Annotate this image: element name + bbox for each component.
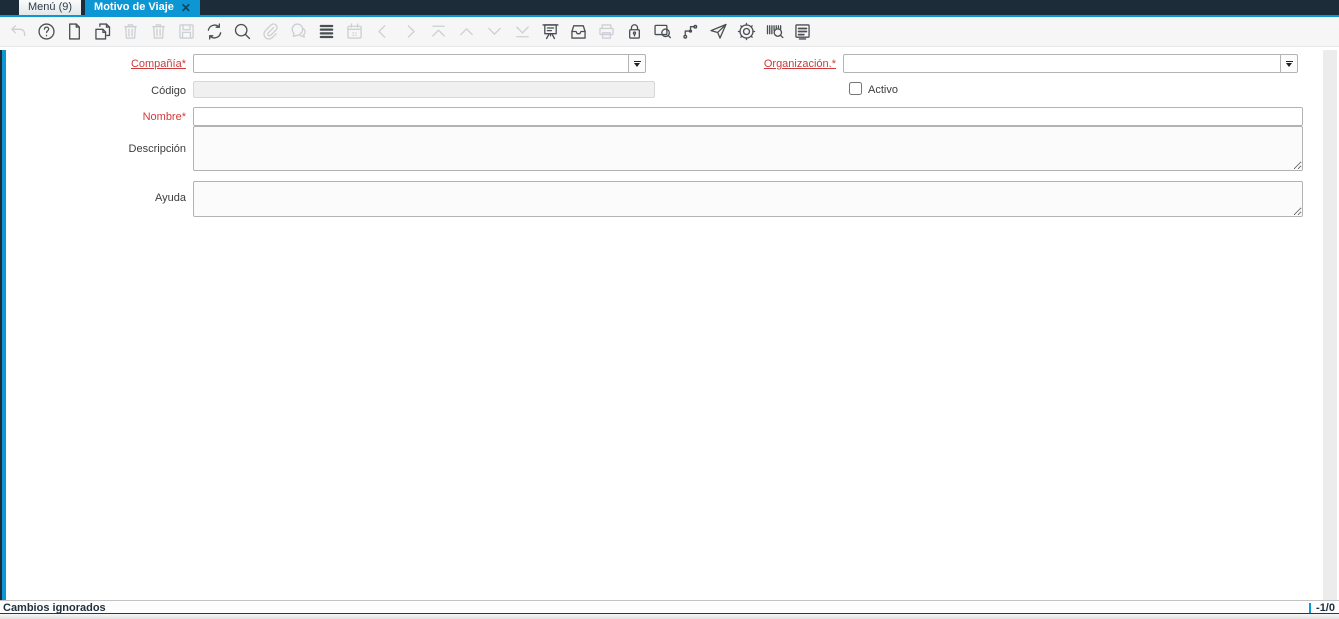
delete-selection-icon: [148, 21, 169, 42]
descripcion-label: Descripción: [128, 143, 186, 155]
close-icon[interactable]: ✕: [181, 2, 191, 14]
vertical-scrollbar[interactable]: [1323, 50, 1337, 600]
grid-toggle-icon[interactable]: [316, 21, 337, 42]
parent-record-icon: [372, 21, 393, 42]
svg-text:31: 31: [352, 32, 358, 38]
compania-combobox[interactable]: [193, 54, 646, 73]
preferences-icon[interactable]: [736, 21, 757, 42]
codigo-label: Código: [151, 85, 186, 97]
compania-dropdown-button[interactable]: [628, 55, 645, 72]
workflow-icon[interactable]: [680, 21, 701, 42]
first-record-icon: [428, 21, 449, 42]
tab-menu[interactable]: Menú (9): [19, 0, 82, 15]
lock-icon[interactable]: [624, 21, 645, 42]
report-icon[interactable]: [540, 21, 561, 42]
chat-icon: [288, 21, 309, 42]
ayuda-textarea[interactable]: [193, 181, 1303, 217]
refresh-icon[interactable]: [204, 21, 225, 42]
organizacion-combobox[interactable]: [843, 54, 1298, 73]
archive-icon[interactable]: [568, 21, 589, 42]
next-record-icon: [484, 21, 505, 42]
find-icon[interactable]: [232, 21, 253, 42]
record-indicator: -1/0: [1316, 601, 1335, 614]
calendar-icon: 31: [344, 21, 365, 42]
nombre-input[interactable]: [194, 109, 1302, 127]
save-icon: [176, 21, 197, 42]
form-content: Compañía* Organización.* Código Activo N…: [0, 48, 1339, 600]
organizacion-input[interactable]: [844, 55, 1280, 72]
print-icon: [596, 21, 617, 42]
ayuda-label: Ayuda: [155, 192, 186, 204]
codigo-field: [193, 81, 655, 100]
left-accent-strip: [0, 50, 6, 600]
status-bar: Cambios ignorados -1/0: [0, 600, 1339, 614]
compania-label[interactable]: Compañía*: [0, 57, 186, 71]
codigo-input: [194, 84, 654, 100]
attachment-icon: [260, 21, 281, 42]
organizacion-dropdown-button[interactable]: [1280, 55, 1297, 72]
last-record-icon: [512, 21, 533, 42]
status-message: Cambios ignorados: [3, 601, 106, 614]
nombre-label: Nombre*: [142, 111, 186, 123]
detail-record-icon: [400, 21, 421, 42]
undo-icon: [8, 21, 29, 42]
delete-record-icon: [120, 21, 141, 42]
copy-record-icon[interactable]: [92, 21, 113, 42]
compania-input[interactable]: [194, 55, 628, 72]
toolbar: 31: [0, 17, 1339, 47]
chevron-down-icon: [1285, 60, 1293, 62]
organizacion-label[interactable]: Organización.*: [700, 57, 836, 71]
activo-label: Activo: [868, 84, 898, 96]
descripcion-textarea[interactable]: [193, 126, 1303, 171]
send-icon[interactable]: [708, 21, 729, 42]
status-separator: [1309, 602, 1312, 613]
product-info-icon[interactable]: [764, 21, 785, 42]
tab-motivo-label: Motivo de Viaje: [94, 1, 174, 13]
tab-bar: Menú (9) Motivo de Viaje ✕: [0, 0, 1339, 15]
log-icon[interactable]: [792, 21, 813, 42]
nombre-field[interactable]: [193, 107, 1303, 127]
previous-record-icon: [456, 21, 477, 42]
activo-checkbox[interactable]: [849, 82, 862, 95]
new-record-icon[interactable]: [64, 21, 85, 42]
window-bottom-edge: [0, 613, 1339, 619]
tab-motivo-de-viaje[interactable]: Motivo de Viaje ✕: [85, 0, 200, 15]
help-icon[interactable]: [36, 21, 57, 42]
tab-menu-label: Menú (9): [28, 1, 73, 13]
chevron-down-icon: [633, 60, 641, 62]
zoom-across-icon[interactable]: [652, 21, 673, 42]
